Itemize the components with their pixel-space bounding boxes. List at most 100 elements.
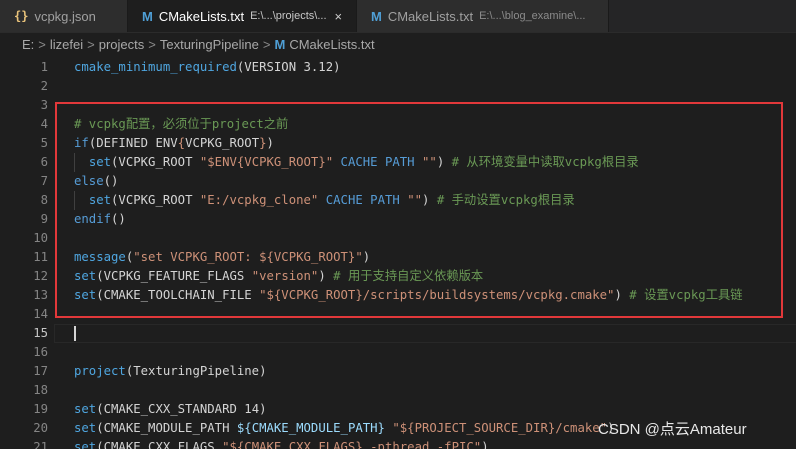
code-token: "": [407, 193, 423, 207]
code-text: message("set VCPKG_ROOT: ${VCPKG_ROOT}"): [74, 248, 370, 267]
tab-cmakelists-active[interactable]: M CMakeLists.txt E:\...\projects\... ×: [128, 0, 357, 32]
line-number: 11: [33, 250, 48, 264]
code-token: (CMAKE_TOOLCHAIN_FILE: [96, 288, 260, 302]
code-token: endif: [74, 212, 112, 226]
code-text: set(CMAKE_MODULE_PATH ${CMAKE_MODULE_PAT…: [74, 419, 614, 438]
code-line[interactable]: 6 set(VCPKG_ROOT "$ENV{VCPKG_ROOT}" CACH…: [0, 153, 796, 172]
code-line[interactable]: 18: [0, 381, 796, 400]
line-number: 18: [33, 383, 48, 397]
code-line[interactable]: 13 set(CMAKE_TOOLCHAIN_FILE "${VCPKG_ROOT…: [0, 286, 796, 305]
code-token: (VCPKG_ROOT: [111, 193, 200, 207]
line-number: 16: [33, 345, 48, 359]
code-text: set(VCPKG_FEATURE_FLAGS "version") # 用于支…: [74, 267, 483, 286]
editor-tab-bar: {} vcpkg.json M CMakeLists.txt E:\...\pr…: [0, 0, 796, 33]
tab-path-description: E:\...\projects\...: [250, 10, 327, 22]
tab-cmakelists-blog[interactable]: M CMakeLists.txt E:\...\blog_examine\...: [357, 0, 609, 32]
code-token: }: [259, 136, 267, 150]
tab-label: vcpkg.json: [34, 8, 96, 24]
close-icon[interactable]: ×: [335, 9, 343, 24]
code-text: # vcpkg配置，必须位于project之前: [74, 115, 288, 134]
breadcrumb-item[interactable]: TexturingPipeline: [160, 37, 259, 52]
code-token: (DEFINED ENV: [88, 136, 178, 150]
breadcrumb: E: > lizefei > projects > TexturingPipel…: [0, 33, 796, 55]
breadcrumb-item[interactable]: lizefei: [50, 37, 83, 52]
breadcrumb-item[interactable]: E:: [22, 37, 34, 52]
code-line[interactable]: 19 set(CMAKE_CXX_STANDARD 14): [0, 400, 796, 419]
line-number: 3: [40, 98, 48, 112]
code-line[interactable]: 21 set(CMAKE_CXX_FLAGS "${CMAKE_CXX_FLAGS…: [0, 438, 796, 449]
breadcrumb-item[interactable]: projects: [99, 37, 145, 52]
code-line[interactable]: 4 # vcpkg配置，必须位于project之前: [0, 115, 796, 134]
code-token: set: [88, 193, 112, 207]
code-token: ): [614, 288, 630, 302]
code-token: {: [177, 136, 186, 150]
code-token: # 设置vcpkg工具链: [629, 288, 743, 302]
breadcrumb-file[interactable]: CMakeLists.txt: [289, 37, 374, 52]
code-token: ): [436, 155, 452, 169]
code-text: set(CMAKE_CXX_FLAGS "${CMAKE_CXX_FLAGS} …: [74, 438, 489, 449]
code-token: ): [481, 440, 489, 449]
code-line[interactable]: 8 set(VCPKG_ROOT "E:/vcpkg_clone" CACHE …: [0, 191, 796, 210]
tab-vcpkg-json[interactable]: {} vcpkg.json: [0, 0, 128, 32]
code-editor[interactable]: 1 cmake_minimum_required(VERSION 3.12) 2 3 4…: [0, 55, 796, 449]
line-number: 1: [40, 60, 48, 74]
code-token: "": [422, 155, 437, 169]
code-token: # 用于支持自定义依赖版本: [333, 269, 484, 283]
code-token: ): [318, 269, 334, 283]
line-number: 13: [33, 288, 48, 302]
code-line[interactable]: 9 endif(): [0, 210, 796, 229]
tab-label: CMakeLists.txt: [387, 8, 474, 24]
code-token: project: [74, 364, 126, 378]
chevron-right-icon: >: [38, 36, 46, 52]
code-token: set: [74, 402, 97, 416]
code-token: "${VCPKG_ROOT}/scripts/buildsystems/vcpk…: [259, 288, 615, 302]
code-text: set(VCPKG_ROOT "$ENV{VCPKG_ROOT}" CACHE …: [74, 153, 639, 172]
line-number: 5: [40, 136, 48, 150]
code-token: (VCPKG_ROOT: [111, 155, 200, 169]
code-token: set: [74, 440, 97, 449]
code-token: cmake_minimum_required: [74, 60, 237, 74]
code-text: if(DEFINED ENV{VCPKG_ROOT}): [74, 134, 274, 153]
code-token: set: [88, 155, 112, 169]
line-number: 10: [33, 231, 48, 245]
code-token: (CMAKE_CXX_STANDARD 14): [96, 402, 267, 416]
code-line[interactable]: 15: [0, 324, 796, 343]
code-token: ): [362, 250, 371, 264]
line-number: 9: [40, 212, 48, 226]
code-token: else: [74, 174, 104, 188]
code-text: set(CMAKE_TOOLCHAIN_FILE "${VCPKG_ROOT}/…: [74, 286, 743, 305]
code-text: cmake_minimum_required(VERSION 3.12): [74, 58, 341, 77]
code-token: "version": [251, 269, 319, 283]
code-token: (VERSION 3.12): [236, 60, 341, 74]
cmake-file-icon: M: [274, 36, 286, 52]
code-line[interactable]: 17 project(TexturingPipeline): [0, 362, 796, 381]
code-line[interactable]: 5 if(DEFINED ENV{VCPKG_ROOT}): [0, 134, 796, 153]
text-cursor: [74, 326, 76, 341]
code-token: "set VCPKG_ROOT: ${VCPKG_ROOT}": [133, 250, 363, 264]
code-line[interactable]: 11 message("set VCPKG_ROOT: ${VCPKG_ROOT}…: [0, 248, 796, 267]
code-line[interactable]: 3: [0, 96, 796, 115]
chevron-right-icon: >: [87, 36, 95, 52]
code-token: if: [74, 136, 89, 150]
code-token: "${PROJECT_SOURCE_DIR}/cmake": [392, 421, 608, 435]
code-token: CACHE PATH: [340, 155, 415, 169]
code-token: "${CMAKE_CXX_FLAGS} -pthread -fPIC": [222, 440, 482, 449]
code-line[interactable]: 14: [0, 305, 796, 324]
code-line[interactable]: 1 cmake_minimum_required(VERSION 3.12): [0, 58, 796, 77]
line-number: 7: [40, 174, 48, 188]
code-line[interactable]: 16: [0, 343, 796, 362]
code-line[interactable]: 12 set(VCPKG_FEATURE_FLAGS "version") # 用…: [0, 267, 796, 286]
tab-path-description: E:\...\blog_examine\...: [479, 10, 586, 22]
code-token: (): [103, 174, 119, 188]
code-line[interactable]: 10: [0, 229, 796, 248]
line-number: 19: [33, 402, 48, 416]
code-token: ): [266, 136, 274, 150]
code-line[interactable]: 7 else(): [0, 172, 796, 191]
code-token: message: [74, 250, 126, 264]
code-token: "E:/vcpkg_clone": [199, 193, 319, 207]
line-number: 4: [40, 117, 48, 131]
code-token: (VCPKG_FEATURE_FLAGS: [96, 269, 252, 283]
code-line[interactable]: 2: [0, 77, 796, 96]
